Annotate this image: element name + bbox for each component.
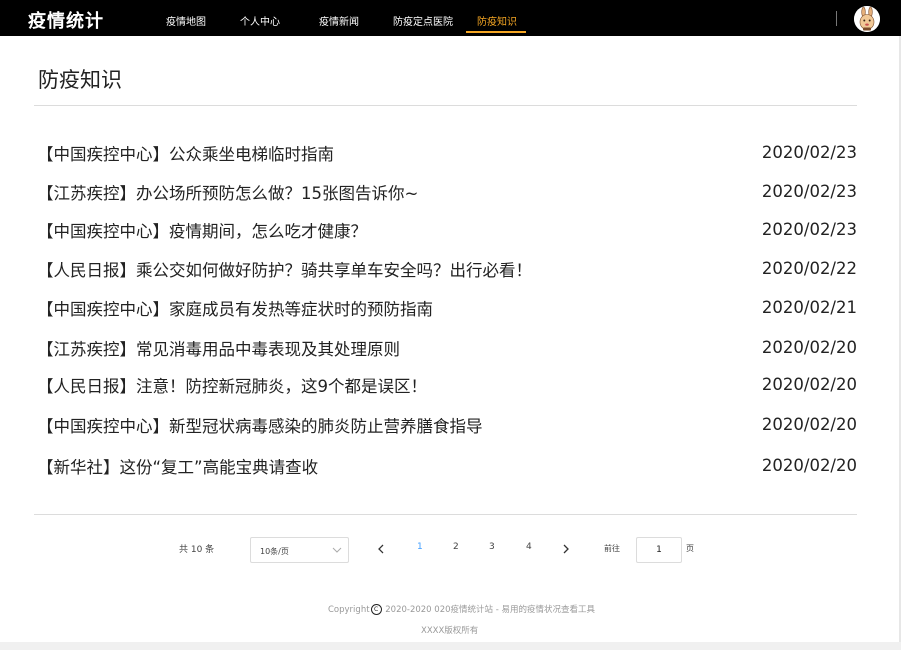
article-item[interactable]: 【人民日报】乘公交如何做好防护？骑共享单车安全吗？出行必看！ 2020/02/2… (37, 257, 857, 281)
page-size-select[interactable]: 10条/页 (250, 537, 349, 563)
article-date: 2020/02/23 (761, 220, 857, 239)
rabbit-avatar-icon (854, 6, 880, 32)
article-item[interactable]: 【中国疾控中心】家庭成员有发热等症状时的预防指南 2020/02/21 (37, 296, 857, 320)
brand-logo-text[interactable]: 疫情统计 (28, 7, 104, 33)
nav-item-epidemic-map[interactable]: 疫情地图 (166, 13, 206, 28)
article-date: 2020/02/23 (761, 143, 857, 162)
article-date: 2020/02/20 (761, 415, 857, 434)
nav-item-epidemic-news[interactable]: 疫情新闻 (319, 13, 359, 28)
nav-item-personal-center[interactable]: 个人中心 (240, 13, 280, 28)
user-avatar[interactable] (854, 6, 880, 32)
goto-page-input[interactable] (636, 537, 682, 563)
article-title[interactable]: 【中国疾控中心】公众乘坐电梯临时指南 (37, 141, 334, 165)
article-title[interactable]: 【人民日报】乘公交如何做好防护？骑共享单车安全吗？出行必看！ (37, 257, 532, 281)
article-title[interactable]: 【中国疾控中心】新型冠状病毒感染的肺炎防止营养膳食指导 (37, 413, 483, 437)
chevron-right-icon[interactable] (562, 541, 571, 557)
page-number-2[interactable]: 2 (453, 542, 459, 552)
footer-rights: XXXX版权所有 (421, 626, 479, 636)
active-nav-underline (466, 31, 526, 33)
title-divider (34, 105, 857, 106)
page-number-3[interactable]: 3 (489, 542, 495, 552)
article-item[interactable]: 【中国疾控中心】疫情期间，怎么吃才健康？ 2020/02/23 (37, 218, 857, 242)
page-size-value: 10条/页 (260, 547, 289, 556)
copyright-icon: C (370, 604, 382, 615)
copyright-prefix: Copyright (328, 605, 370, 615)
article-item[interactable]: 【中国疾控中心】公众乘坐电梯临时指南 2020/02/23 (37, 141, 857, 165)
article-title[interactable]: 【江苏疾控】办公场所预防怎么做？15张图告诉你~ (37, 180, 418, 204)
article-date: 2020/02/20 (761, 338, 857, 357)
article-title[interactable]: 【江苏疾控】常见消毒用品中毒表现及其处理原则 (37, 336, 400, 360)
copyright-text: 2020-2020 020疫情统计站 - 易用的疫情状况查看工具 (385, 605, 595, 615)
page-number-1[interactable]: 1 (417, 542, 423, 552)
goto-label: 前往 (604, 544, 620, 553)
pagination-total: 共 10 条 (179, 545, 215, 555)
article-date: 2020/02/23 (761, 182, 857, 201)
bottom-edge (0, 642, 901, 650)
header-divider (836, 11, 837, 26)
list-divider (34, 514, 857, 515)
article-date: 2020/02/21 (761, 298, 857, 317)
nav-item-prevention-knowledge[interactable]: 防疫知识 (477, 13, 517, 28)
article-title[interactable]: 【新华社】这份“复工”高能宝典请查收 (37, 454, 318, 478)
article-item[interactable]: 【江苏疾控】常见消毒用品中毒表现及其处理原则 2020/02/20 (37, 336, 857, 360)
nav-item-designated-hospitals[interactable]: 防疫定点医院 (393, 13, 453, 28)
article-date: 2020/02/20 (761, 456, 857, 475)
article-date: 2020/02/20 (761, 375, 857, 394)
footer-copyright: Copyright C 2020-2020 020疫情统计站 - 易用的疫情状况查… (328, 603, 595, 615)
top-nav-bar: 疫情统计 疫情地图 个人中心 疫情新闻 防疫定点医院 防疫知识 (0, 0, 901, 36)
article-title[interactable]: 【人民日报】注意！防控新冠肺炎，这9个都是误区！ (37, 373, 427, 397)
page-number-4[interactable]: 4 (526, 542, 532, 552)
page-unit-label: 页 (686, 544, 694, 553)
article-title[interactable]: 【中国疾控中心】疫情期间，怎么吃才健康？ (37, 218, 367, 242)
article-item[interactable]: 【中国疾控中心】新型冠状病毒感染的肺炎防止营养膳食指导 2020/02/20 (37, 413, 857, 437)
page-title: 防疫知识 (38, 68, 122, 92)
article-item[interactable]: 【人民日报】注意！防控新冠肺炎，这9个都是误区！ 2020/02/20 (37, 373, 857, 397)
article-item[interactable]: 【新华社】这份“复工”高能宝典请查收 2020/02/20 (37, 454, 857, 478)
article-date: 2020/02/22 (761, 259, 857, 278)
chevron-down-icon (332, 547, 342, 553)
article-title[interactable]: 【中国疾控中心】家庭成员有发热等症状时的预防指南 (37, 296, 433, 320)
chevron-left-icon[interactable] (376, 541, 385, 557)
article-item[interactable]: 【江苏疾控】办公场所预防怎么做？15张图告诉你~ 2020/02/23 (37, 180, 857, 204)
